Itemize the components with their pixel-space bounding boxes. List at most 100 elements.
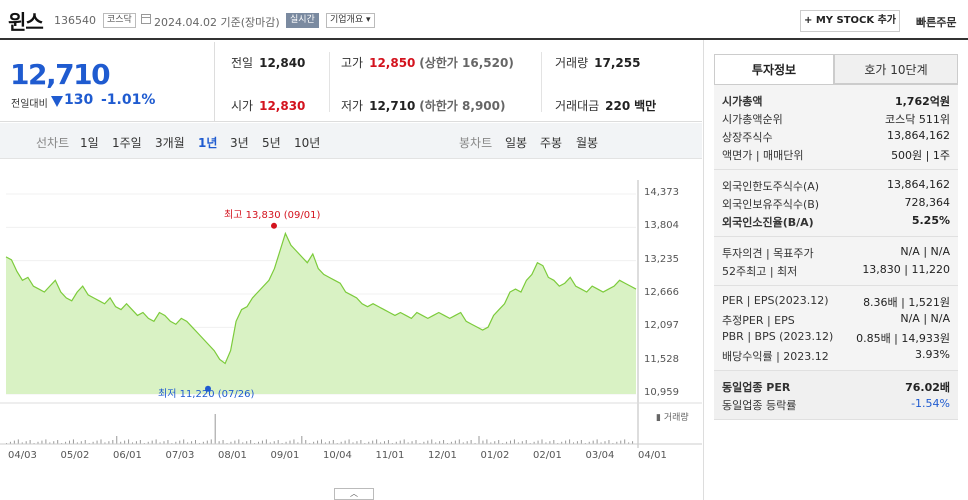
volume-bar — [415, 440, 417, 444]
high-marker — [271, 222, 277, 229]
info-row: 투자의견 | 목표주가 N/A | N/A — [722, 243, 950, 261]
market-badge: 코스닥 — [103, 13, 136, 28]
tab-investment-info[interactable]: 투자정보 — [714, 54, 834, 84]
info-value: N/A | N/A — [900, 312, 950, 325]
corp-overview-dropdown[interactable]: 기업개요 ▾ — [326, 13, 375, 28]
info-section: PER | EPS(2023.12) 8.36배 | 1,521원 추정PER | … — [714, 286, 958, 371]
info-label: 외국인한도주식수(A) — [722, 180, 820, 193]
stock-name: 윈스 — [8, 10, 44, 34]
price-stats: 전일 12,840 시가 12,830 고가 12,850 (상한가 16,520) … — [214, 42, 702, 122]
calendar-icon — [141, 14, 151, 24]
volume-bar — [96, 440, 98, 444]
stat-value: 12,840 — [259, 56, 306, 70]
x-tick-label: 10/04 — [323, 450, 352, 461]
stat-unit: 백만 — [634, 99, 657, 113]
volume-bar — [293, 439, 295, 444]
current-price: 12,710 — [10, 58, 111, 91]
x-tick-label: 02/01 — [533, 450, 562, 461]
info-label: 투자의견 | 목표주가 — [722, 247, 814, 260]
volume-bar — [553, 440, 555, 444]
investment-info-panel: 투자정보 호가 10단계 시가총액 1,762억원 시가총액순위 코스닥 511위 상장… — [703, 40, 968, 500]
tab-10y[interactable]: 10년 — [294, 134, 320, 151]
y-tick-label: 12,097 — [644, 320, 679, 332]
upper-limit: (상한가 16,520) — [419, 56, 514, 70]
volume-bar — [277, 440, 279, 444]
x-tick-label: 08/01 — [218, 450, 247, 461]
stat-value: 12,830 — [259, 99, 306, 113]
info-row: 외국인한도주식수(A) 13,864,162 — [722, 176, 950, 194]
investment-info-table: 시가총액 1,762억원 시가총액순위 코스닥 511위 상장주식수 13,864,162… — [714, 84, 958, 420]
price-summary: 12,710 전일대비 130 -1.01% — [0, 42, 214, 122]
info-label: 외국인소진율(B/A) — [722, 216, 814, 229]
volume-bar — [537, 440, 539, 444]
tab-1w[interactable]: 1주일 — [112, 134, 142, 151]
live-badge[interactable]: 실시간 — [286, 13, 319, 28]
info-row: 시가총액순위 코스닥 511위 — [722, 109, 950, 127]
quick-order-button[interactable]: 빠른주문 — [916, 14, 956, 30]
info-label: 추정PER | EPS — [722, 314, 795, 327]
volume-bar — [443, 440, 445, 444]
upper-limit-label: (상한가 — [419, 56, 458, 70]
tab-1y[interactable]: 1년 — [198, 134, 217, 151]
info-label: 52주최고 | 최저 — [722, 265, 798, 278]
x-tick-label: 06/01 — [113, 450, 142, 461]
info-row: 배당수익률 | 2023.12 3.93% — [722, 346, 950, 364]
stat-value: 12,710 — [369, 99, 416, 113]
volume-bar — [317, 440, 319, 444]
volume-bar — [222, 440, 224, 444]
volume-bar — [510, 440, 511, 444]
volume-bar — [265, 439, 267, 444]
stat-high: 고가 12,850 (상한가 16,520) — [341, 54, 514, 71]
volume-bar — [427, 440, 429, 444]
info-value: 13,864,162 — [887, 178, 950, 191]
stat-label: 거래대금 — [555, 99, 600, 113]
info-value: 0.85배 | 14,933원 — [856, 332, 950, 345]
divider — [541, 52, 542, 112]
info-section: 외국인한도주식수(A) 13,864,162 외국인보유주식수(B) 728,364 외… — [714, 170, 958, 237]
low-annotation: 최저 11,220 (07/26) — [158, 389, 255, 400]
add-mystock-button[interactable]: + MY STOCK 추가 — [800, 10, 900, 32]
volume-bar — [332, 440, 334, 444]
volume-bar — [399, 440, 401, 444]
volume-bar — [454, 440, 456, 444]
volume-bar — [344, 440, 346, 444]
tab-weekly[interactable]: 주봉 — [540, 134, 562, 151]
x-tick-label: 04/03 — [8, 450, 37, 461]
volume-bar — [29, 440, 31, 444]
info-value: 8.36배 | 1,521원 — [863, 296, 950, 309]
info-section: 시가총액 1,762억원 시가총액순위 코스닥 511위 상장주식수 13,864,162… — [714, 85, 958, 170]
stat-open: 시가 12,830 — [231, 97, 305, 114]
volume-bar — [620, 440, 622, 444]
volume-bar — [360, 440, 362, 444]
chart-collapse-button[interactable]: ︿ — [334, 488, 374, 500]
tab-orderbook[interactable]: 호가 10단계 — [834, 54, 958, 84]
tab-monthly[interactable]: 월봉 — [576, 134, 598, 151]
price-chart-svg — [0, 180, 702, 448]
volume-bar — [151, 440, 153, 444]
info-value: -1.54% — [911, 397, 950, 410]
info-value: 5.25% — [911, 214, 950, 227]
volume-bar — [116, 436, 118, 444]
x-tick-label: 05/02 — [60, 450, 90, 461]
y-tick-label: 12,666 — [644, 287, 679, 298]
chart-period-tabs: 선차트 1일 1주일 3개월 1년 3년 5년 10년 봉차트 일봉 주봉 월봉 — [0, 123, 702, 159]
x-tick-label: 04/01 — [638, 450, 667, 461]
info-row: PBR | BPS (2023.12) 0.85배 | 14,933원 — [722, 328, 950, 346]
tab-3m[interactable]: 3개월 — [155, 134, 185, 151]
stat-value: 17,255 — [594, 56, 641, 70]
volume-bar — [179, 440, 181, 444]
info-row: 52주최고 | 최저 13,830 | 11,220 — [722, 261, 950, 279]
tab-daily[interactable]: 일봉 — [505, 134, 527, 151]
volume-bar — [13, 440, 15, 444]
info-label: 배당수익률 | 2023.12 — [722, 350, 829, 363]
tab-3y[interactable]: 3년 — [230, 134, 249, 151]
lower-limit: (하한가 8,900) — [419, 99, 505, 113]
tab-5y[interactable]: 5년 — [262, 134, 281, 151]
stat-label: 시가 — [231, 99, 254, 113]
stock-header: 윈스 136540 코스닥 2024.04.02 기준(장마감) 실시간 기업개… — [0, 0, 968, 40]
volume-bar — [210, 439, 212, 444]
volume-bar — [112, 440, 114, 444]
date-value: 2024.04.02 — [154, 16, 217, 29]
stat-value: 220 — [605, 99, 631, 113]
tab-1d[interactable]: 1일 — [80, 134, 99, 151]
